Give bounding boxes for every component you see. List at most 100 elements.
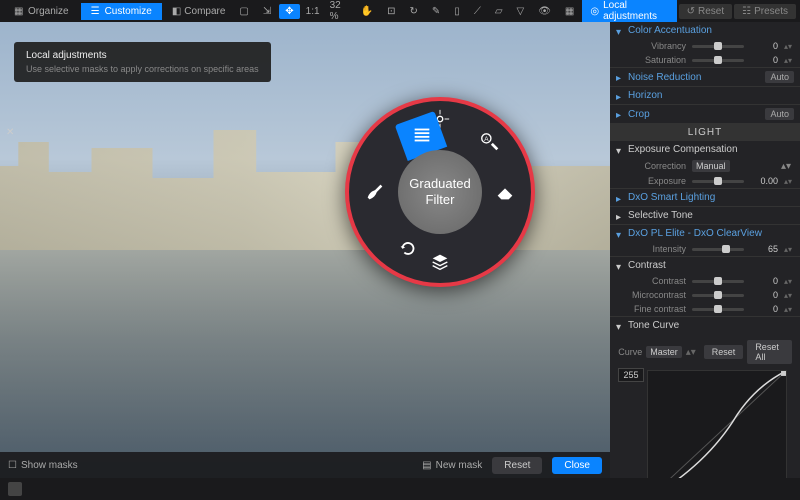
finecontrast-slider[interactable] (692, 308, 744, 311)
exposure-comp-header[interactable]: ▾Exposure Compensation (610, 141, 800, 158)
saturation-slider[interactable] (692, 59, 744, 62)
histogram-tool[interactable]: ▯ (448, 4, 466, 19)
smart-lighting-header[interactable]: ▸DxO Smart Lighting (610, 189, 800, 206)
reset-icon (397, 237, 419, 259)
contrast-value: 0 (750, 276, 778, 286)
microcontrast-label: Microcontrast (628, 290, 686, 300)
radial-auto-mask-tool[interactable]: A (475, 127, 505, 157)
curve-out-max-input[interactable] (618, 368, 644, 382)
chevron-down-icon: ▾ (616, 146, 624, 154)
radial-center-label: Graduated Filter (398, 176, 482, 207)
microcontrast-value: 0 (750, 290, 778, 300)
contrast-header[interactable]: ▾Contrast (610, 257, 800, 274)
auto-badge[interactable]: Auto (765, 71, 794, 83)
auto-brush-icon: A (479, 131, 501, 153)
paintbrush-icon (364, 181, 386, 203)
contrast-slider[interactable] (692, 280, 744, 283)
tag-tool[interactable]: ▱ (489, 4, 509, 19)
tone-curve-header[interactable]: ▾Tone Curve (610, 317, 800, 334)
radial-reset-tool[interactable] (393, 233, 423, 263)
fit-button[interactable]: ⇲ (257, 4, 277, 19)
stepper-icon[interactable]: ▴▾ (784, 247, 794, 252)
adjustments-panel: ▾Color Accentuation Vibrancy0▴▾ Saturati… (610, 22, 800, 478)
auto-badge[interactable]: Auto (765, 108, 794, 120)
contrast-label: Contrast (628, 276, 686, 286)
viewer-close-button[interactable]: Close (552, 457, 602, 474)
stepper-icon[interactable]: ▴▾ (784, 307, 794, 312)
radial-eraser-tool[interactable] (490, 177, 520, 207)
microcontrast-slider[interactable] (692, 294, 744, 297)
brush-icon: ✎ (432, 6, 440, 17)
local-adjustments-button[interactable]: ◎Local adjustments (582, 0, 676, 24)
intensity-slider[interactable] (692, 248, 744, 251)
horizon-header[interactable]: ▸Horizon (610, 87, 800, 104)
thumbnail-toggle-button[interactable] (8, 482, 22, 496)
clearview-header[interactable]: ▾DxO PL Elite - DxO ClearView (610, 225, 800, 242)
curve-reset-button[interactable]: Reset (704, 345, 744, 359)
histogram-icon: ▯ (454, 6, 460, 17)
organize-label: Organize (28, 6, 69, 17)
organize-tab[interactable]: ▦ Organize (4, 3, 79, 20)
vibrancy-slider[interactable] (692, 45, 744, 48)
hand-icon: ✋ (361, 6, 373, 17)
curve-reset-all-button[interactable]: Reset All (747, 340, 792, 364)
preview-tool[interactable]: 👁 (532, 4, 557, 19)
show-masks-checkbox[interactable]: ☐Show masks (8, 460, 78, 471)
checkbox-icon: ☐ (8, 460, 17, 471)
crop-header[interactable]: ▸CropAuto (610, 105, 800, 123)
correction-select[interactable]: Manual (692, 160, 730, 172)
presets-button[interactable]: ☷Presets (734, 4, 796, 19)
pin-tool[interactable]: ▽ (511, 4, 531, 19)
radial-graduated-filter-tool[interactable] (407, 120, 437, 150)
noise-reduction-header[interactable]: ▸Noise ReductionAuto (610, 68, 800, 86)
image-viewer[interactable]: Local adjustments Use selective masks to… (0, 22, 610, 478)
stepper-icon[interactable]: ▴▾ (778, 161, 794, 172)
reset-button-top[interactable]: ↺Reset (679, 4, 733, 19)
chevron-down-icon: ▾ (616, 230, 624, 238)
zoom-percent[interactable]: 32 % (326, 0, 353, 22)
grid-icon: ▦ (14, 6, 24, 16)
wb-tool[interactable]: ⟋ (468, 4, 487, 19)
chevron-down-icon: ▾ (616, 322, 624, 330)
stepper-icon[interactable]: ▴▾ (784, 58, 794, 63)
curve-channel-select[interactable]: Master (646, 346, 682, 358)
radial-layers-tool[interactable] (425, 247, 455, 277)
tone-curve-canvas[interactable] (647, 370, 787, 478)
brush-tool[interactable]: ✎ (426, 4, 446, 19)
new-mask-button[interactable]: ▤New mask (422, 460, 482, 471)
stepper-icon[interactable]: ▴▾ (784, 293, 794, 298)
radial-brush-tool[interactable] (360, 177, 390, 207)
chevron-down-icon: ▾ (616, 27, 624, 35)
intensity-label: Intensity (628, 244, 686, 254)
rotate-tool[interactable]: ↻ (404, 4, 424, 19)
light-section-header[interactable]: ✕LIGHT (610, 124, 800, 141)
layout-single-button[interactable]: ▢ (233, 4, 254, 19)
customize-tab[interactable]: ☰Customize (81, 3, 162, 20)
exposure-slider[interactable] (692, 180, 744, 183)
chevron-right-icon: ▸ (616, 110, 624, 118)
viewer-reset-button[interactable]: Reset (492, 457, 542, 474)
curve-path (648, 371, 786, 478)
hand-tool[interactable]: ✋ (355, 4, 379, 19)
sliders-icon: ☰ (91, 6, 101, 16)
compare-button[interactable]: ◧Compare (166, 4, 232, 19)
viewer-footer: ☐Show masks ▤New mask Reset Close (0, 452, 610, 478)
move-icon: ✥ (285, 6, 293, 17)
chevron-right-icon: ▸ (616, 194, 624, 202)
move-tool-button[interactable]: ✥ (279, 4, 299, 19)
fit-icon: ⇲ (263, 6, 271, 17)
stepper-icon[interactable]: ▴▾ (784, 44, 794, 49)
curve-label: Curve (618, 347, 642, 357)
zoom-ratio[interactable]: 1:1 (302, 6, 324, 17)
rotate-icon: ↻ (410, 6, 418, 17)
tag-icon: ▱ (495, 6, 503, 17)
selective-tone-header[interactable]: ▸Selective Tone (610, 207, 800, 224)
grid-tool[interactable]: ▦ (559, 4, 580, 19)
saturation-value: 0 (750, 55, 778, 65)
stepper-icon[interactable]: ▴▾ (784, 279, 794, 284)
chevron-right-icon: ▸ (616, 212, 624, 220)
color-accentuation-header[interactable]: ▾Color Accentuation (610, 22, 800, 39)
presets-icon: ☷ (742, 6, 751, 17)
stepper-icon[interactable]: ▴▾ (784, 179, 794, 184)
crop-tool[interactable]: ⊡ (381, 4, 401, 19)
